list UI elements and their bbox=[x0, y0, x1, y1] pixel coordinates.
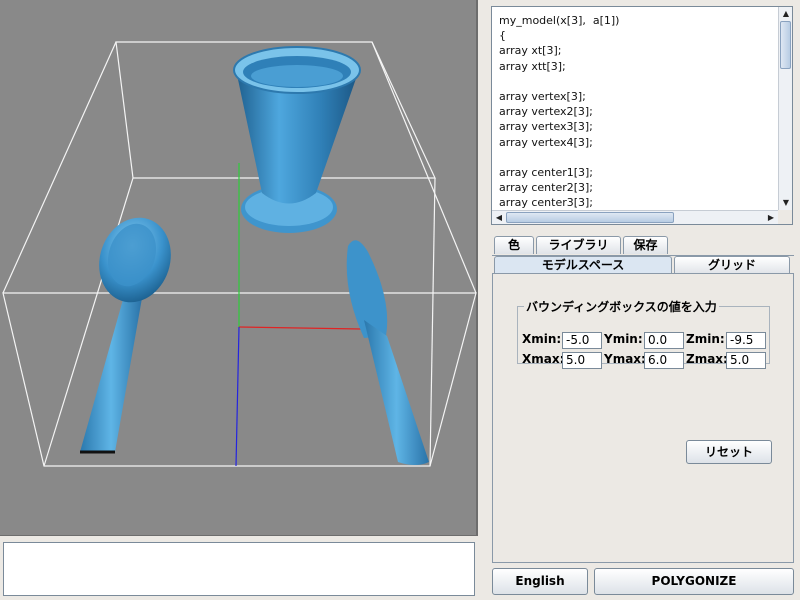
code-line[interactable]: array xt[3]; bbox=[499, 43, 777, 58]
ymin-field[interactable]: 0.0 bbox=[644, 332, 684, 349]
code-editor[interactable]: my_model(x[3], a[1]){array xt[3]; array x… bbox=[491, 6, 793, 225]
english-button[interactable]: English bbox=[492, 568, 588, 595]
vertical-scroll-thumb[interactable] bbox=[780, 21, 791, 69]
scroll-down-icon[interactable]: ▼ bbox=[779, 196, 793, 210]
console-output-area[interactable] bbox=[3, 542, 475, 596]
code-line[interactable]: array center1[3]; bbox=[499, 165, 777, 180]
code-text[interactable]: my_model(x[3], a[1]){array xt[3]; array x… bbox=[492, 7, 777, 210]
code-line[interactable]: { bbox=[499, 28, 777, 43]
code-line[interactable] bbox=[499, 74, 777, 89]
tab-save[interactable]: 保存 bbox=[623, 236, 668, 254]
code-line[interactable] bbox=[499, 150, 777, 165]
tab-model-space[interactable]: モデルスペース bbox=[494, 256, 672, 274]
xmax-label: Xmax: bbox=[522, 352, 565, 366]
zmax-label: Zmax: bbox=[686, 352, 728, 366]
ymax-label: Ymax: bbox=[604, 352, 646, 366]
scroll-corner bbox=[778, 210, 792, 224]
ymax-field[interactable]: 6.0 bbox=[644, 352, 684, 369]
code-line[interactable]: my_model(x[3], a[1]) bbox=[499, 13, 777, 28]
scroll-left-icon[interactable]: ◀ bbox=[492, 211, 506, 225]
horizontal-scroll-thumb[interactable] bbox=[506, 212, 674, 223]
bounding-box-group: バウンディングボックスの値を入力 Xmin: -5.0 Ymin: 0.0 Zm… bbox=[517, 298, 770, 369]
tab-grid[interactable]: グリッド bbox=[674, 256, 790, 274]
xmin-label: Xmin: bbox=[522, 332, 562, 346]
zmax-field[interactable]: 5.0 bbox=[726, 352, 766, 369]
code-line[interactable]: array vertex2[3]; bbox=[499, 104, 777, 119]
code-line[interactable]: array vertex4[3]; bbox=[499, 135, 777, 150]
ymin-label: Ymin: bbox=[604, 332, 643, 346]
scene-canvas[interactable] bbox=[0, 0, 478, 536]
knife-model[interactable] bbox=[346, 240, 429, 465]
reset-button[interactable]: リセット bbox=[686, 440, 772, 464]
code-line[interactable]: array center3[3]; bbox=[499, 195, 777, 210]
xmax-field[interactable]: 5.0 bbox=[562, 352, 602, 369]
code-line[interactable]: array vertex[3]; bbox=[499, 89, 777, 104]
scroll-right-icon[interactable]: ▶ bbox=[764, 211, 778, 225]
code-line[interactable]: array center2[3]; bbox=[499, 180, 777, 195]
code-line[interactable]: array xtt[3]; bbox=[499, 59, 777, 74]
xmin-field[interactable]: -5.0 bbox=[562, 332, 602, 349]
cup-model[interactable] bbox=[233, 46, 361, 233]
polygonize-button[interactable]: POLYGONIZE bbox=[594, 568, 794, 595]
code-horizontal-scrollbar[interactable]: ◀ ▶ bbox=[492, 210, 778, 224]
code-vertical-scrollbar[interactable]: ▲ ▼ bbox=[778, 7, 792, 210]
bounding-box-legend: バウンディングボックスの値を入力 bbox=[526, 300, 717, 314]
tab-color[interactable]: 色 bbox=[494, 236, 534, 254]
tab-library[interactable]: ライブラリ bbox=[536, 236, 621, 254]
spoon-model[interactable] bbox=[80, 208, 182, 454]
zmin-field[interactable]: -9.5 bbox=[726, 332, 766, 349]
3d-viewport[interactable] bbox=[0, 0, 478, 536]
code-line[interactable]: array vertex3[3]; bbox=[499, 119, 777, 134]
zmin-label: Zmin: bbox=[686, 332, 725, 346]
model-space-panel: バウンディングボックスの値を入力 Xmin: -5.0 Ymin: 0.0 Zm… bbox=[492, 273, 794, 563]
scroll-up-icon[interactable]: ▲ bbox=[779, 7, 793, 21]
